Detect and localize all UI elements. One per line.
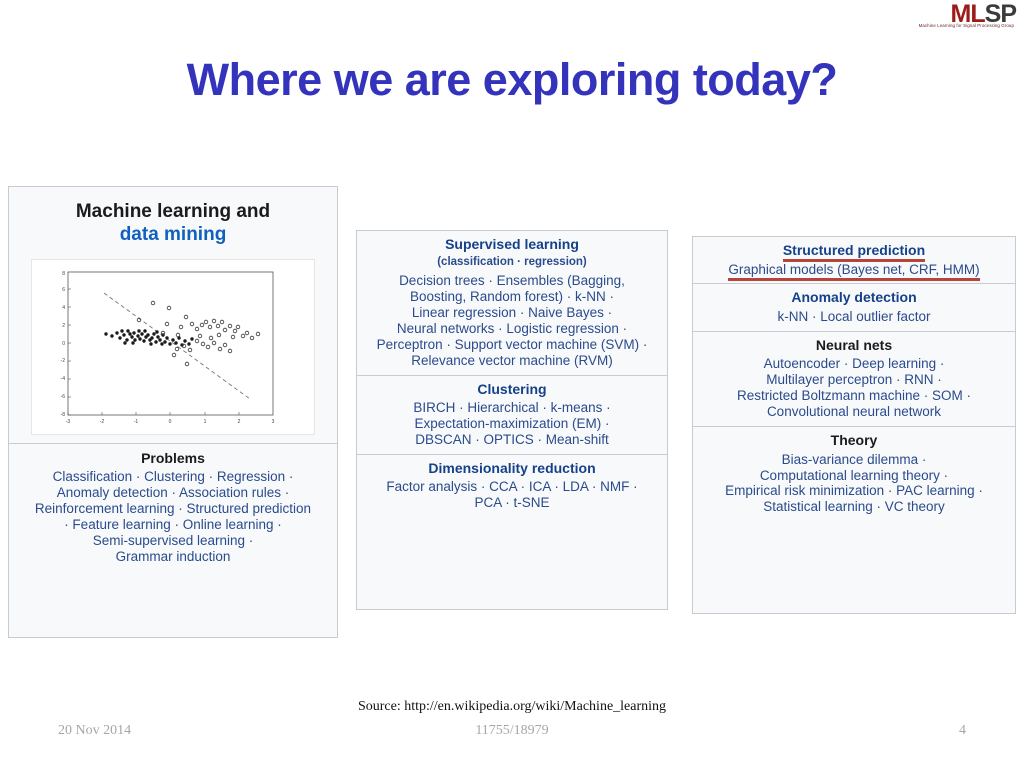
- list-item: Empirical risk minimization · PAC learni…: [725, 483, 983, 499]
- section-heading-supervised-learning: Supervised learning: [445, 236, 579, 252]
- svg-text:-2: -2: [100, 419, 105, 425]
- list-item: Reinforcement learning · Structured pred…: [34, 500, 312, 516]
- list-item: Bias-variance dilemma ·: [781, 451, 927, 467]
- section-heading-problems: Problems: [141, 449, 205, 466]
- section-problems: Problems Classification · Clustering · R…: [9, 442, 337, 573]
- section-heading-clustering: Clustering: [477, 380, 547, 397]
- list-item: Boosting, Random forest) · k-NN ·: [409, 289, 615, 304]
- list-item: Decision trees · Ensembles (Bagging,: [399, 273, 625, 289]
- svg-text:0: 0: [169, 419, 172, 425]
- section-dimensionality-reduction: Dimensionality reduction Factor analysis…: [357, 453, 667, 517]
- section-body-theory: Bias-variance dilemma · Computational le…: [699, 452, 1009, 516]
- svg-text:-8: -8: [61, 412, 66, 418]
- list-item: Statistical learning · VC theory: [763, 499, 945, 515]
- svg-text:8: 8: [62, 271, 65, 277]
- section-supervised-learning: Supervised learning (classification · re…: [357, 231, 667, 375]
- list-item: Convolutional neural network: [766, 404, 942, 420]
- list-item: Perceptron · Support vector machine (SVM…: [376, 336, 648, 352]
- infobox-title-line1: Machine learning and: [75, 201, 271, 222]
- section-heading-structured-prediction: Structured prediction: [699, 242, 1009, 262]
- svg-text:-1: -1: [134, 419, 139, 425]
- list-item: PCA · t-SNE: [474, 495, 550, 511]
- svg-text:-3: -3: [66, 419, 71, 425]
- section-body-structured-prediction: Graphical models (Bayes net, CRF, HMM): [699, 261, 1009, 281]
- section-structured-prediction: Structured prediction Graphical models (…: [693, 237, 1015, 283]
- svg-text:-6: -6: [61, 394, 66, 400]
- footer-page-number: 4: [959, 723, 966, 738]
- svg-text:-2: -2: [61, 358, 66, 364]
- mlsp-logo: MLSP Machine Learning for Signal Process…: [898, 2, 1017, 32]
- section-heading-anomaly-detection: Anomaly detection: [791, 289, 917, 306]
- list-item: DBSCAN · OPTICS · Mean-shift: [415, 431, 609, 447]
- svg-text:0: 0: [62, 341, 65, 347]
- svg-text:1: 1: [204, 419, 207, 425]
- svg-text:6: 6: [62, 287, 65, 293]
- section-heading-theory: Theory: [830, 432, 878, 449]
- section-theory: Theory Bias-variance dilemma · Computati…: [693, 426, 1015, 521]
- list-item: Autoencoder · Deep learning ·: [763, 356, 945, 372]
- section-body-neural-nets: Autoencoder · Deep learning · Multilayer…: [699, 356, 1009, 420]
- svg-text:4: 4: [62, 305, 65, 311]
- list-item: Linear regression · Naive Bayes ·: [411, 304, 613, 320]
- list-item: Restricted Boltzmann machine · SOM ·: [736, 388, 972, 404]
- list-item: Expectation-maximization (EM) ·: [414, 416, 610, 432]
- section-body-problems: Classification · Clustering · Regression…: [13, 469, 333, 565]
- section-subheading-supervised-learning: (classification · regression): [437, 255, 587, 268]
- source-citation: Source: http://en.wikipedia.org/wiki/Mac…: [357, 699, 667, 714]
- section-heading-neural-nets: Neural nets: [815, 336, 893, 353]
- svg-text:2: 2: [62, 323, 65, 329]
- list-item: Factor analysis · CCA · ICA · LDA · NMF …: [386, 479, 638, 495]
- list-item: Anomaly detection · Association rules ·: [56, 485, 290, 501]
- section-heading-dimensionality-reduction: Dimensionality reduction: [428, 459, 596, 476]
- svg-text:2: 2: [238, 419, 241, 425]
- svg-text:3: 3: [272, 419, 275, 425]
- page-title: Where we are exploring today?: [186, 54, 838, 105]
- scatter-plot-svg: -8 -6 -4 -2 0 2 4 6 8 -3 -2 -1 0 1 2 3: [61, 271, 275, 425]
- infobox-supervised-column: Supervised learning (classification · re…: [356, 230, 668, 610]
- list-item: Multilayer perceptron · RNN ·: [766, 372, 942, 388]
- list-item: Neural networks · Logistic regression ·: [396, 320, 628, 336]
- infobox-machine-learning: Machine learning and data mining -8 -6 -4…: [8, 186, 338, 638]
- list-item: Relevance vector machine (RVM): [411, 352, 613, 368]
- list-item: BIRCH · Hierarchical · k-means ·: [413, 400, 611, 416]
- list-item: Grammar induction: [115, 548, 231, 564]
- list-item: Graphical models (Bayes net, CRF, HMM): [699, 261, 1009, 281]
- list-item: k-NN · Local outlier factor: [777, 308, 931, 324]
- section-body-supervised-learning: Decision trees · Ensembles (Bagging, Boo…: [363, 273, 661, 369]
- svg-text:-4: -4: [61, 376, 66, 382]
- section-body-anomaly-detection: k-NN · Local outlier factor: [699, 309, 1009, 325]
- infobox-structured-column: Structured prediction Graphical models (…: [692, 236, 1016, 614]
- section-body-dimensionality-reduction: Factor analysis · CCA · ICA · LDA · NMF …: [363, 479, 661, 511]
- list-item: Classification · Clustering · Regression…: [52, 469, 294, 485]
- highlighted-heading-text: Structured prediction: [782, 242, 926, 262]
- list-item: Semi-supervised learning ·: [92, 532, 254, 548]
- section-neural-nets: Neural nets Autoencoder · Deep learning …: [693, 330, 1015, 426]
- list-item: · Feature learning · Online learning ·: [64, 516, 282, 532]
- list-item: Computational learning theory ·: [759, 467, 949, 483]
- highlighted-body-text: Graphical models (Bayes net, CRF, HMM): [728, 261, 980, 281]
- logo-tagline: Machine Learning for Signal Processing G…: [918, 22, 1014, 29]
- footer-course-number: 11755/18979: [475, 723, 549, 738]
- scatter-plot-figure: -8 -6 -4 -2 0 2 4 6 8 -3 -2 -1 0 1 2 3: [31, 258, 315, 435]
- section-body-clustering: BIRCH · Hierarchical · k-means · Expecta…: [363, 400, 661, 448]
- section-anomaly-detection: Anomaly detection k-NN · Local outlier f…: [693, 283, 1015, 330]
- section-clustering: Clustering BIRCH · Hierarchical · k-mean…: [357, 374, 667, 454]
- infobox-title: Machine learning and data mining: [9, 187, 337, 249]
- infobox-title-line2: data mining: [119, 223, 227, 245]
